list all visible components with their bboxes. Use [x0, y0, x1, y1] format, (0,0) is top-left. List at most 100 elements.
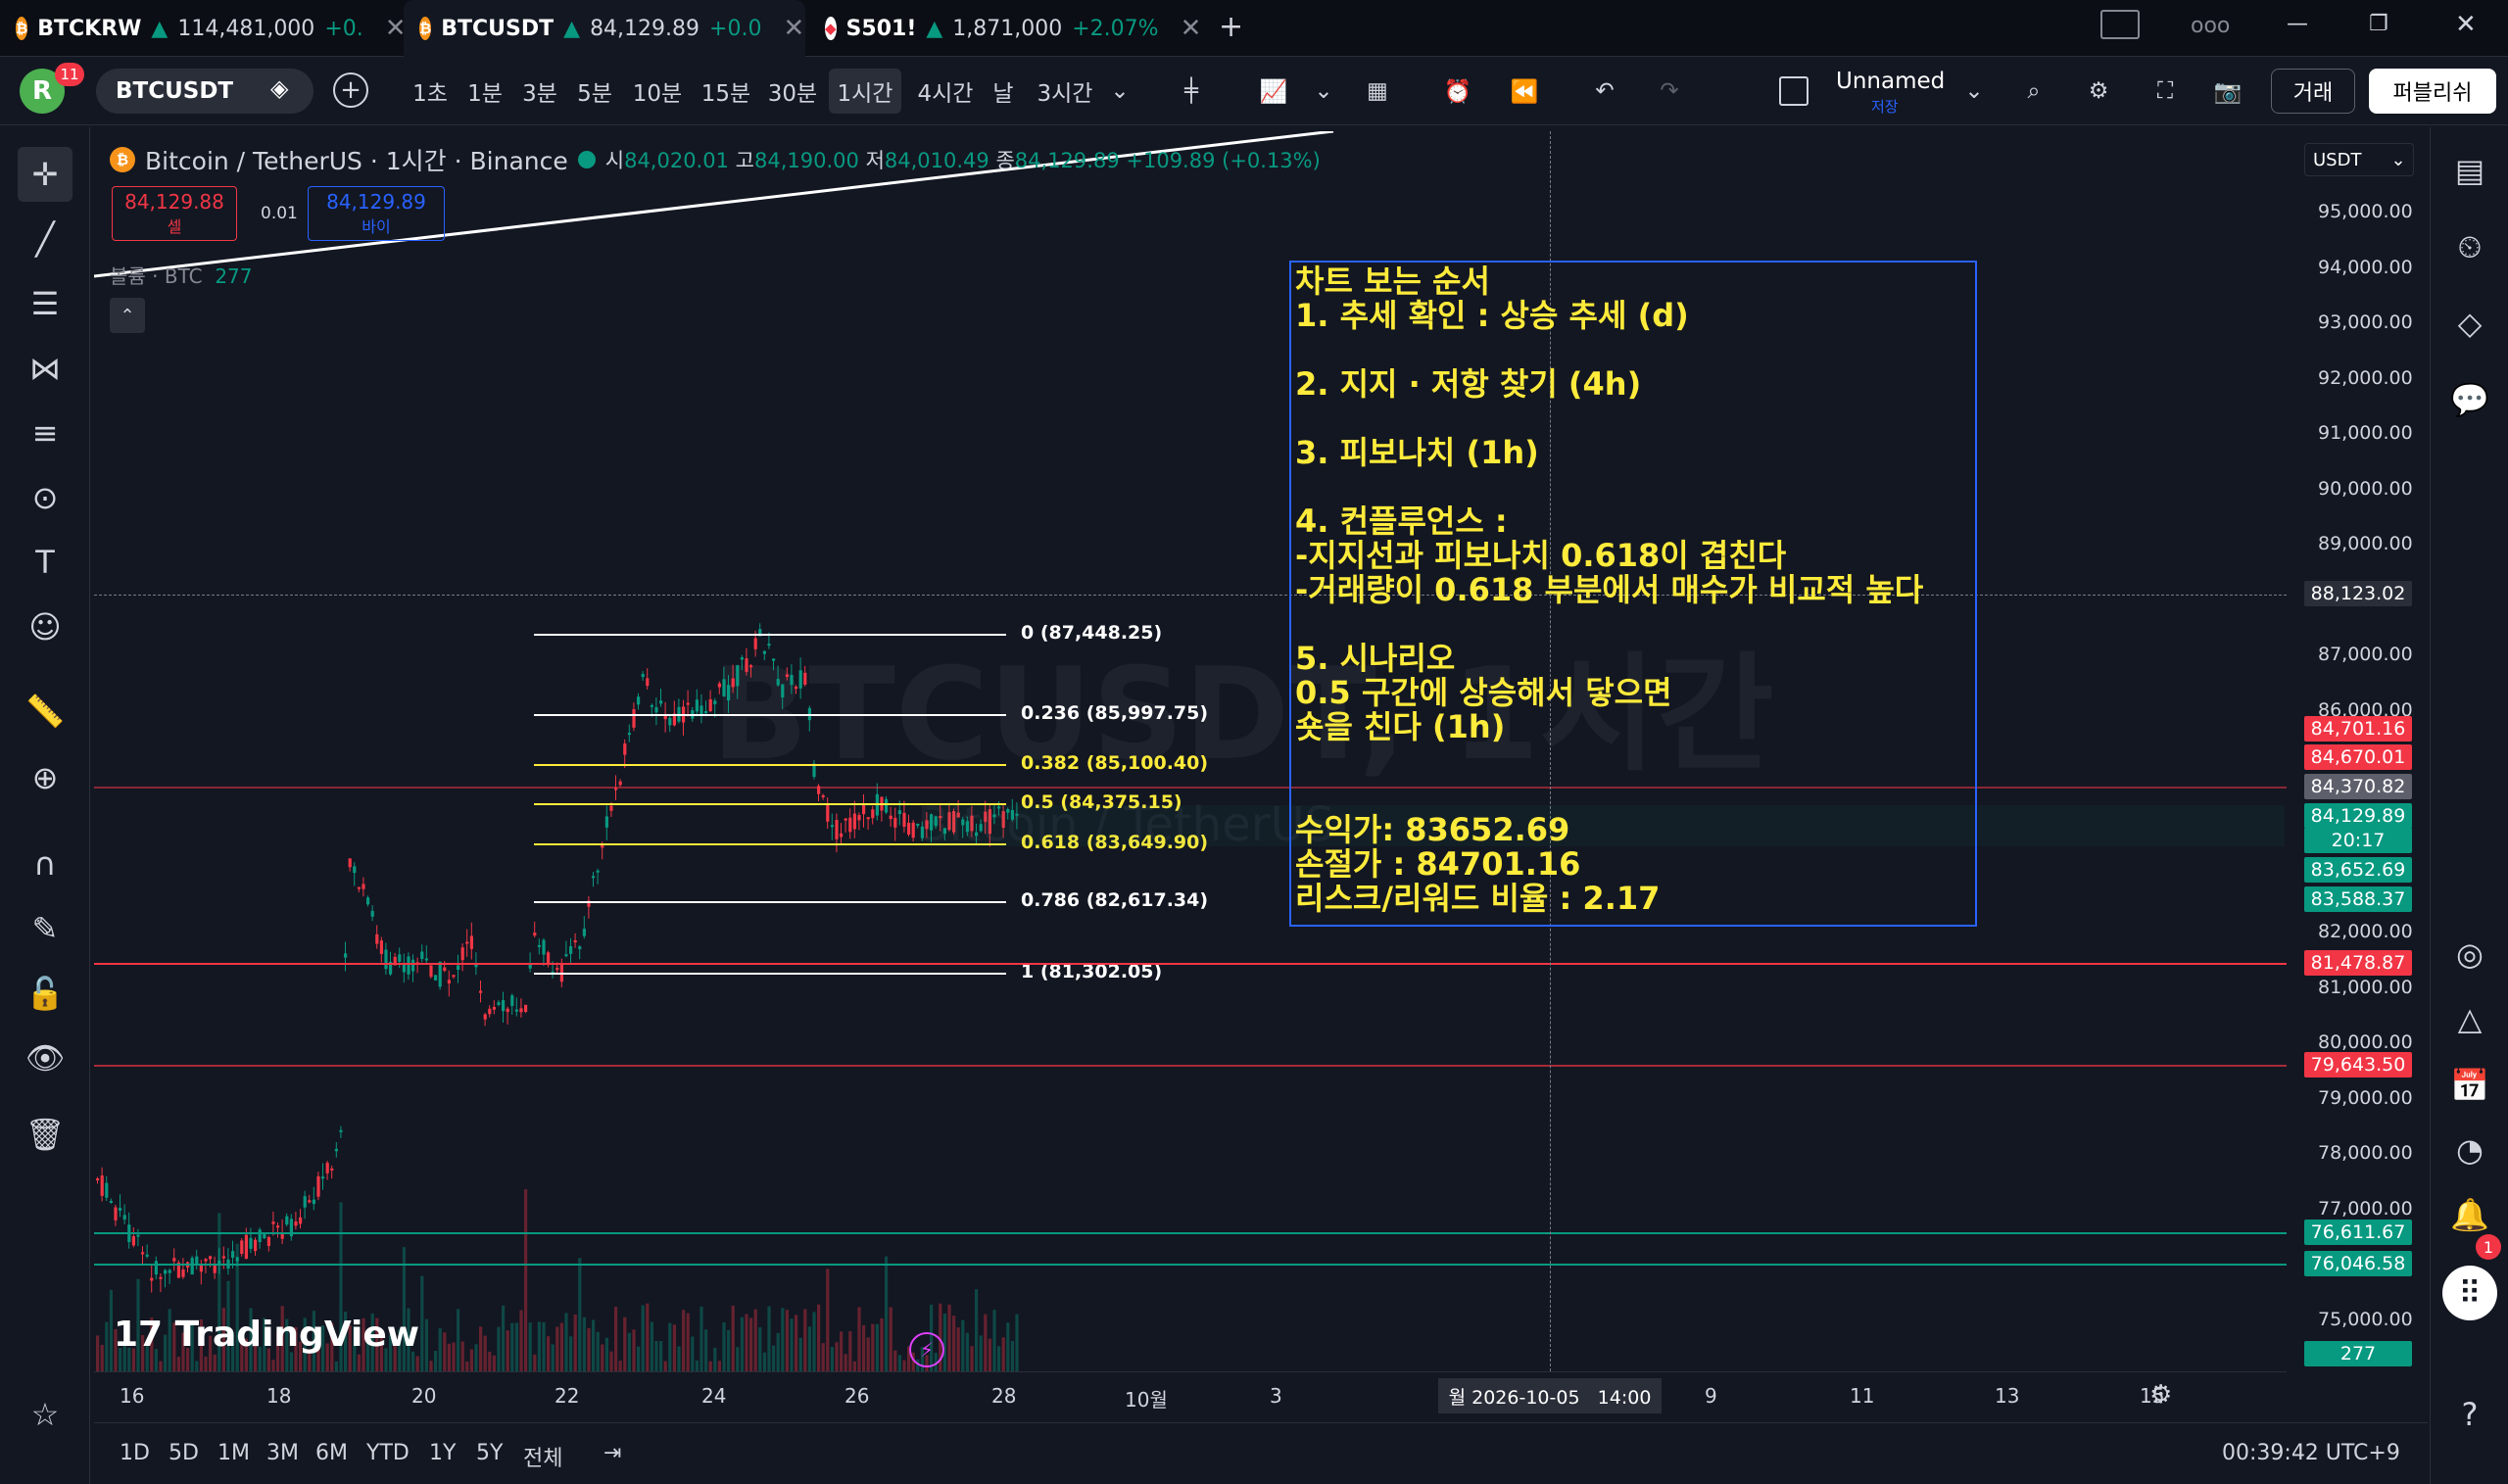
- axis-settings-icon[interactable]: ⚙: [2149, 1380, 2172, 1410]
- help-icon[interactable]: ?: [2442, 1387, 2497, 1442]
- range-5y[interactable]: 5Y: [476, 1441, 503, 1465]
- pattern-icon[interactable]: ⋈: [18, 341, 72, 396]
- range-all[interactable]: 전체: [523, 1441, 562, 1472]
- maximize-button[interactable]: ❐: [2369, 12, 2388, 36]
- shapes-icon[interactable]: ⊙: [18, 470, 72, 525]
- interval-15m[interactable]: 15분: [696, 69, 756, 114]
- watchlist-icon[interactable]: ▤: [2442, 143, 2497, 198]
- star-icon[interactable]: ☆: [18, 1387, 72, 1442]
- interval-1h[interactable]: 1시간: [829, 69, 901, 114]
- prediction-icon[interactable]: ≡: [18, 406, 72, 460]
- chat-icon[interactable]: 💬: [2442, 372, 2497, 427]
- range-ytd[interactable]: YTD: [366, 1441, 410, 1465]
- interval-3h[interactable]: 3시간: [1029, 69, 1101, 114]
- layout-name[interactable]: Unnamed: [1836, 69, 1945, 94]
- candles-icon[interactable]: ╪: [1172, 69, 1211, 114]
- more-icon[interactable]: ooo: [2191, 14, 2230, 38]
- emoji-icon[interactable]: ☺: [18, 599, 72, 654]
- layers-icon[interactable]: ◇: [2442, 296, 2497, 351]
- interval-30m[interactable]: 30분: [762, 69, 823, 114]
- interval-4h[interactable]: 4시간: [909, 69, 982, 114]
- price-axis[interactable]: USDT ⌄ 95,000.00 94,000.00 93,000.00 92,000.…: [2287, 131, 2428, 1371]
- ideas-icon[interactable]: △: [2442, 991, 2497, 1046]
- collapse-legend-button[interactable]: ⌃: [110, 298, 145, 333]
- fib-level-line[interactable]: [534, 973, 1006, 975]
- pencil-lock-icon[interactable]: ✎: [18, 901, 72, 956]
- templates-icon[interactable]: ▦: [1358, 69, 1397, 114]
- zoom-icon[interactable]: ⊕: [18, 750, 72, 805]
- minimize-button[interactable]: —: [2287, 12, 2308, 36]
- interval-10m[interactable]: 10분: [627, 69, 688, 114]
- range-5d[interactable]: 5D: [169, 1441, 199, 1465]
- interval-1m[interactable]: 1분: [460, 69, 509, 114]
- lock-icon[interactable]: 🔓: [18, 966, 72, 1021]
- fib-tool-icon[interactable]: ☰: [18, 276, 72, 331]
- horizontal-line[interactable]: [94, 1264, 2287, 1266]
- tab-s501[interactable]: ◆ S501! ▲ 1,871,000 +2.07% ✕: [809, 0, 1201, 57]
- range-1y[interactable]: 1Y: [429, 1441, 456, 1465]
- quick-search-icon[interactable]: ⌕: [2014, 69, 2053, 114]
- alert-icon[interactable]: ⏰: [1438, 69, 1477, 114]
- trendline-icon[interactable]: ╱: [18, 212, 72, 266]
- clock[interactable]: 00:39:42 UTC+9: [2222, 1441, 2400, 1465]
- redo-icon[interactable]: ↷: [1650, 69, 1689, 114]
- horizontal-line[interactable]: [94, 1232, 2287, 1234]
- range-6m[interactable]: 6M: [315, 1441, 348, 1465]
- fib-level-line[interactable]: [534, 764, 1006, 766]
- fib-level-line[interactable]: [534, 634, 1006, 636]
- trash-icon[interactable]: 🗑: [18, 1107, 72, 1162]
- close-icon[interactable]: ✕: [783, 14, 804, 43]
- horizontal-line[interactable]: [94, 1065, 2287, 1067]
- indicators-icon[interactable]: 📈: [1254, 69, 1293, 114]
- crosshair-icon[interactable]: ✛: [18, 147, 72, 202]
- settings-icon[interactable]: ⚙: [2079, 69, 2118, 114]
- target-icon[interactable]: ◎: [2442, 927, 2497, 981]
- replay-icon[interactable]: ⏪: [1505, 69, 1544, 114]
- chevron-down-icon[interactable]: ⌄: [1959, 69, 1989, 114]
- volume-bar: [506, 1330, 509, 1371]
- time-axis[interactable]: 16 18 20 22 24 26 28 10월 3 9 11 13 15 월 2026-10-05 1…: [94, 1371, 2287, 1420]
- range-1m[interactable]: 1M: [217, 1441, 250, 1465]
- currency-select[interactable]: USDT ⌄: [2304, 143, 2414, 176]
- legend-title[interactable]: Bitcoin / TetherUS · 1시간 · Binance: [145, 142, 568, 177]
- sell-button[interactable]: 84,129.88 셀: [112, 186, 237, 241]
- alarm-icon[interactable]: ⏲: [2442, 219, 2497, 274]
- calendar-icon[interactable]: 📅: [2442, 1058, 2497, 1113]
- chevron-down-icon[interactable]: ⌄: [1105, 69, 1134, 114]
- broadcast-icon[interactable]: ◔: [2442, 1123, 2497, 1177]
- tab-btckrw[interactable]: ₿ BTCKRW ▲ 114,481,000 +0. ✕: [0, 0, 407, 57]
- fib-level-line[interactable]: [534, 714, 1006, 716]
- publish-button[interactable]: 퍼블리쉬: [2369, 69, 2496, 114]
- tab-btcusdt[interactable]: ₿ BTCUSDT ▲ 84,129.89 +0.0 ✕: [404, 0, 805, 57]
- horizontal-line[interactable]: [94, 963, 2287, 965]
- fullscreen-icon[interactable]: ⛶: [2146, 69, 2185, 114]
- date-range-icon[interactable]: ⇥: [603, 1441, 621, 1465]
- ruler-icon[interactable]: 📏: [18, 684, 72, 739]
- flash-icon[interactable]: ⚡: [909, 1332, 944, 1367]
- interval-1d[interactable]: 날: [986, 69, 1021, 114]
- add-symbol-icon[interactable]: +: [333, 72, 368, 108]
- layout-icon[interactable]: [2100, 10, 2140, 39]
- window-close-button[interactable]: ✕: [2455, 10, 2477, 39]
- diamond-icon[interactable]: ◈: [270, 74, 288, 102]
- text-icon[interactable]: T: [18, 535, 72, 590]
- chevron-down-icon[interactable]: ⌄: [1309, 69, 1338, 114]
- interval-1s[interactable]: 1초: [406, 69, 455, 114]
- interval-3m[interactable]: 3분: [515, 69, 564, 114]
- range-3m[interactable]: 3M: [266, 1441, 299, 1465]
- trade-button[interactable]: 거래: [2271, 69, 2355, 114]
- candle-body: [96, 1178, 100, 1181]
- apps-icon[interactable]: ⠿: [2442, 1266, 2497, 1320]
- camera-icon[interactable]: 📷: [2208, 69, 2247, 114]
- eye-icon[interactable]: 👁: [18, 1030, 72, 1085]
- new-tab-button[interactable]: +: [1219, 10, 1243, 44]
- undo-icon[interactable]: ↶: [1585, 69, 1624, 114]
- close-icon[interactable]: ✕: [1181, 14, 1202, 43]
- candle-body: [848, 817, 852, 833]
- interval-5m[interactable]: 5분: [570, 69, 619, 114]
- buy-button[interactable]: 84,129.89 바이: [308, 186, 445, 241]
- layout-square-icon[interactable]: [1779, 76, 1809, 106]
- fib-level-line[interactable]: [534, 901, 1006, 903]
- magnet-icon[interactable]: ∩: [18, 837, 72, 891]
- range-1d[interactable]: 1D: [120, 1441, 150, 1465]
